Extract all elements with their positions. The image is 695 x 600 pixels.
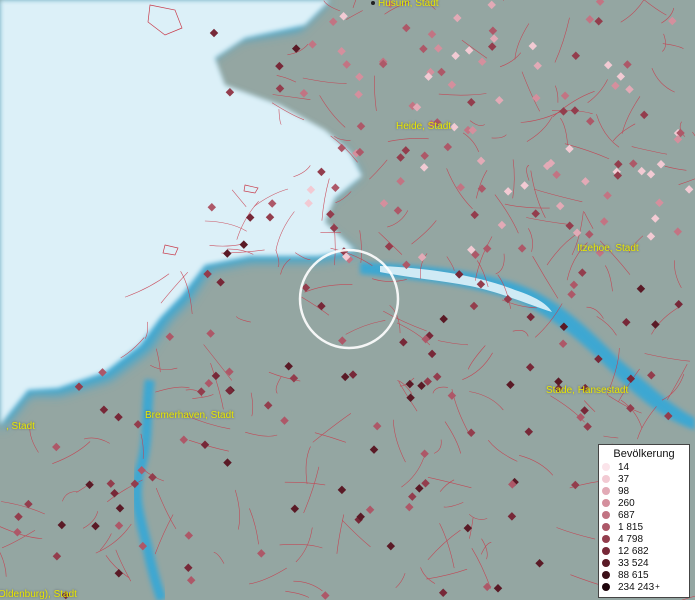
legend-label: 260 (618, 497, 635, 509)
legend-label: 88 615 (618, 569, 649, 581)
legend-swatch (602, 499, 610, 507)
city-label-itzehoe[interactable]: Itzehoe, Stadt (577, 243, 639, 254)
legend-swatch (602, 547, 610, 555)
legend-plus: + (655, 581, 660, 591)
map-canvas[interactable] (0, 0, 695, 600)
legend-label: 687 (618, 509, 635, 521)
legend-swatch (602, 475, 610, 483)
legend-title: Bevölkerung (613, 448, 675, 460)
legend-entry: 14 (599, 461, 689, 473)
legend-label: 37 (618, 473, 630, 485)
legend-entry: 4 798 (599, 533, 689, 545)
legend-swatch (602, 523, 610, 531)
legend: Bevölkerung 14 37 98 260 687 1 815 4 798 12 682… (598, 444, 690, 598)
legend-swatch (602, 463, 610, 471)
legend-entry: 260 (599, 497, 689, 509)
legend-entry: 33 524 (599, 557, 689, 569)
legend-swatch (602, 559, 610, 567)
legend-entry: 37 (599, 473, 689, 485)
legend-label: 4 798 (618, 533, 644, 545)
city-label-stade[interactable]: Stade, Hansestadt (546, 385, 628, 396)
legend-entry: 98 (599, 485, 689, 497)
legend-entry: 687 (599, 509, 689, 521)
legend-label: 1 815 (618, 521, 644, 533)
legend-label: 234 243+ (618, 581, 660, 593)
legend-entry: 234 243+ (599, 581, 689, 593)
legend-label: 33 524 (618, 557, 649, 569)
city-label-heide[interactable]: Heide, Stadt (396, 121, 451, 132)
legend-label: 98 (618, 485, 630, 497)
legend-label: 12 682 (618, 545, 649, 557)
legend-swatch (602, 535, 610, 543)
city-label-oldenburg[interactable]: Oldenburg), Stadt (0, 589, 77, 600)
city-label-husum[interactable]: Husum, Stadt (371, 0, 439, 9)
city-label-bremerhaven[interactable]: Bremerhaven, Stadt (145, 410, 234, 421)
legend-entry: 88 615 (599, 569, 689, 581)
legend-entry: 1 815 (599, 521, 689, 533)
legend-swatch (602, 487, 610, 495)
legend-swatch (602, 511, 610, 519)
legend-swatch (602, 571, 610, 579)
legend-entry: 12 682 (599, 545, 689, 557)
city-label-west[interactable]: , Stadt (6, 421, 35, 432)
map-view[interactable]: Husum, Stadt Heide, Stadt Itzehoe, Stadt… (0, 0, 695, 600)
legend-label: 14 (618, 461, 630, 473)
legend-swatch (602, 583, 610, 591)
